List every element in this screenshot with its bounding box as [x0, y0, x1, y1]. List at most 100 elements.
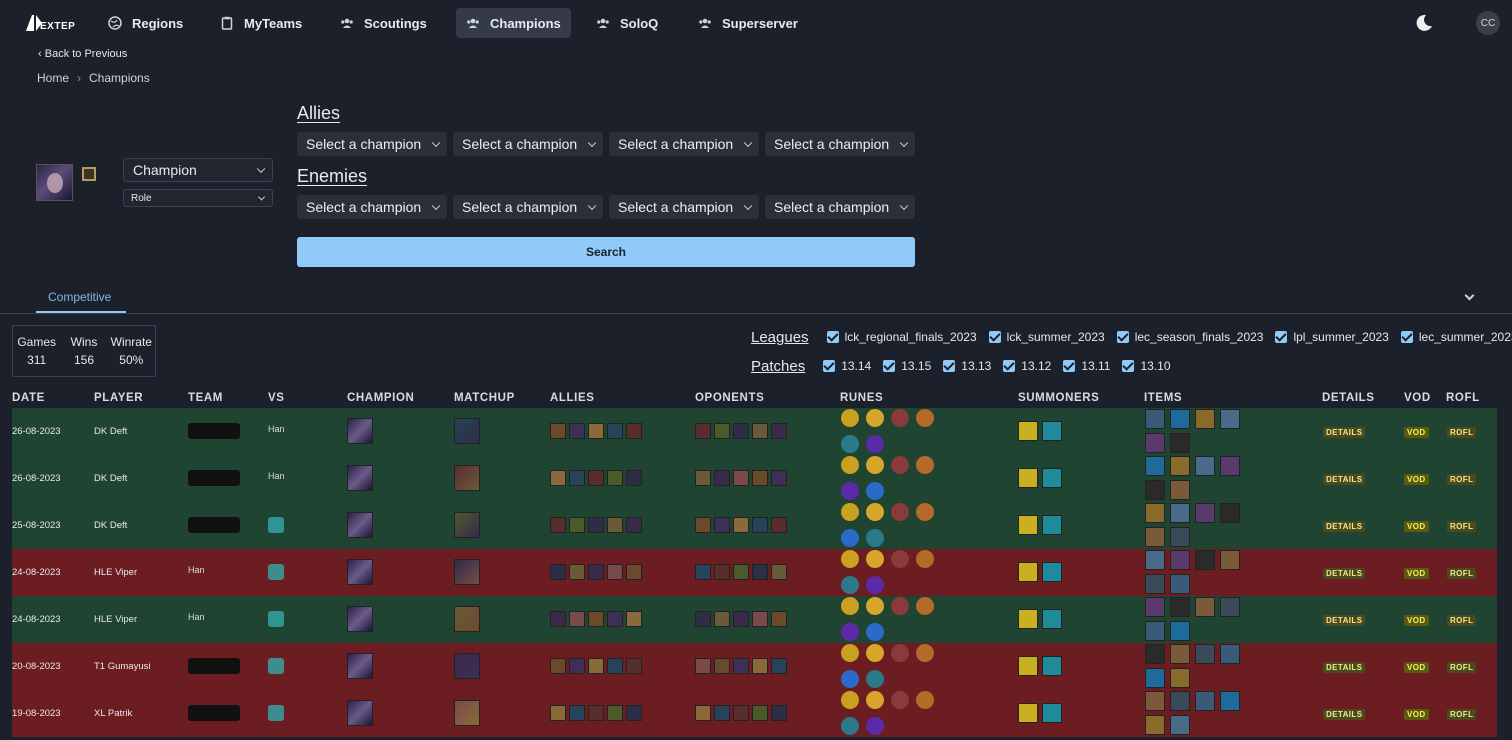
row-player: HLE Viper — [94, 567, 138, 578]
logo[interactable]: EXTEP — [24, 13, 75, 33]
col-team[interactable]: TEAM — [188, 392, 223, 404]
nav-myteams[interactable]: MyTeams — [210, 8, 312, 38]
vod-button[interactable]: VOD — [1404, 709, 1429, 720]
enemy-select-2[interactable]: Select a champion — [453, 195, 603, 219]
nav-soloq[interactable]: SoloQ — [586, 8, 668, 38]
rofl-button[interactable]: ROFL — [1447, 474, 1477, 485]
back-link[interactable]: ‹ Back to Previous — [38, 48, 127, 60]
item-icon — [1195, 456, 1215, 476]
vod-button[interactable]: VOD — [1404, 521, 1429, 532]
row-player: DK Deft — [94, 473, 128, 484]
rune-icon — [841, 503, 859, 521]
summoner-flash-icon — [1018, 421, 1038, 441]
nav-scoutings[interactable]: Scoutings — [330, 8, 437, 38]
nav-superserver[interactable]: Superserver — [688, 8, 808, 38]
stat-wins-label: Wins — [70, 335, 98, 349]
patch-option[interactable]: 13.11 — [1081, 359, 1110, 373]
col-vs[interactable]: VS — [268, 392, 285, 404]
opponent-champion-icon — [714, 705, 730, 721]
patch-option[interactable]: 13.12 — [1021, 359, 1051, 373]
league-option[interactable]: lck_summer_2023 — [1007, 330, 1105, 344]
details-button[interactable]: DETAILS — [1323, 474, 1366, 485]
col-runes[interactable]: RUNES — [840, 392, 883, 404]
breadcrumb-home[interactable]: Home — [37, 71, 69, 85]
league-option[interactable]: lec_season_finals_2023 — [1135, 330, 1264, 344]
patch-option[interactable]: 13.10 — [1140, 359, 1170, 373]
checkbox-icon[interactable] — [826, 331, 839, 343]
table-row: 19-08-2023 XL Patrik DETAILS VOD ROFL — [12, 690, 1497, 737]
col-player[interactable]: PLAYER — [94, 392, 143, 404]
rofl-button[interactable]: ROFL — [1447, 709, 1477, 720]
league-option[interactable]: lck_regional_finals_2023 — [845, 330, 977, 344]
rofl-button[interactable]: ROFL — [1447, 427, 1477, 438]
details-button[interactable]: DETAILS — [1323, 662, 1366, 673]
league-option[interactable]: lec_summer_2023 — [1419, 330, 1512, 344]
row-date: 24-08-2023 — [12, 567, 61, 578]
vod-button[interactable]: VOD — [1404, 615, 1429, 626]
moon-icon[interactable] — [1415, 14, 1433, 32]
col-rofl[interactable]: ROFL — [1446, 392, 1480, 404]
details-button[interactable]: DETAILS — [1323, 615, 1366, 626]
nav-regions[interactable]: Regions — [98, 8, 193, 38]
matchup-champion-icon — [454, 653, 480, 679]
checkbox-icon[interactable] — [1122, 360, 1135, 372]
chevron-down-icon[interactable] — [1464, 290, 1475, 301]
details-button[interactable]: DETAILS — [1323, 427, 1366, 438]
vod-button[interactable]: VOD — [1404, 662, 1429, 673]
checkbox-icon[interactable] — [1116, 331, 1129, 343]
item-icon — [1220, 691, 1240, 711]
vod-button[interactable]: VOD — [1404, 474, 1429, 485]
role-select[interactable]: Role — [123, 189, 273, 207]
tab-competitive[interactable]: Competitive — [48, 290, 111, 304]
enemy-select-1[interactable]: Select a champion — [297, 195, 447, 219]
checkbox-icon[interactable] — [1275, 331, 1288, 343]
rune-icon — [891, 456, 909, 474]
checkbox-icon[interactable] — [1063, 360, 1076, 372]
ally-select-2[interactable]: Select a champion — [453, 132, 603, 156]
col-allies[interactable]: ALLIES — [550, 392, 595, 404]
checkbox-icon[interactable] — [1400, 331, 1413, 343]
patch-option[interactable]: 13.13 — [961, 359, 991, 373]
rofl-button[interactable]: ROFL — [1447, 662, 1477, 673]
checkbox-icon[interactable] — [823, 360, 836, 372]
col-champion[interactable]: CHAMPION — [347, 392, 414, 404]
details-button[interactable]: DETAILS — [1323, 521, 1366, 532]
col-vod[interactable]: VOD — [1404, 392, 1431, 404]
ally-select-1[interactable]: Select a champion — [297, 132, 447, 156]
checkbox-icon[interactable] — [943, 360, 956, 372]
col-date[interactable]: DATE — [12, 392, 45, 404]
opponent-logo: Han — [268, 471, 285, 481]
col-summoners[interactable]: SUMMONERS — [1018, 392, 1099, 404]
rofl-button[interactable]: ROFL — [1447, 615, 1477, 626]
checkbox-icon[interactable] — [1003, 360, 1016, 372]
avatar[interactable]: CC — [1476, 11, 1500, 35]
league-option[interactable]: lpl_summer_2023 — [1293, 330, 1388, 344]
details-button[interactable]: DETAILS — [1323, 568, 1366, 579]
patch-option[interactable]: 13.15 — [901, 359, 931, 373]
checkbox-icon[interactable] — [883, 360, 896, 372]
enemy-select-3[interactable]: Select a champion — [609, 195, 759, 219]
col-details[interactable]: DETAILS — [1322, 392, 1375, 404]
ally-select-3[interactable]: Select a champion — [609, 132, 759, 156]
col-oponents[interactable]: OPONENTS — [695, 392, 764, 404]
enemy-select-4[interactable]: Select a champion — [765, 195, 915, 219]
rune-icon — [916, 456, 934, 474]
col-matchup[interactable]: MATCHUP — [454, 392, 515, 404]
vod-button[interactable]: VOD — [1404, 427, 1429, 438]
patch-option[interactable]: 13.14 — [841, 359, 871, 373]
col-items[interactable]: ITEMS — [1144, 392, 1182, 404]
champion-select[interactable]: Champion — [123, 158, 273, 182]
ally-select-4[interactable]: Select a champion — [765, 132, 915, 156]
matchup-champion-icon — [454, 418, 480, 444]
opponent-champion-icon — [695, 611, 711, 627]
row-date: 20-08-2023 — [12, 661, 61, 672]
details-button[interactable]: DETAILS — [1323, 709, 1366, 720]
rofl-button[interactable]: ROFL — [1447, 521, 1477, 532]
search-button[interactable]: Search — [297, 237, 915, 267]
rune-icon — [841, 435, 859, 453]
vod-button[interactable]: VOD — [1404, 568, 1429, 579]
rofl-button[interactable]: ROFL — [1447, 568, 1477, 579]
checkbox-icon[interactable] — [988, 331, 1001, 343]
nav-champions[interactable]: Champions — [456, 8, 571, 38]
rune-icon — [866, 409, 884, 427]
